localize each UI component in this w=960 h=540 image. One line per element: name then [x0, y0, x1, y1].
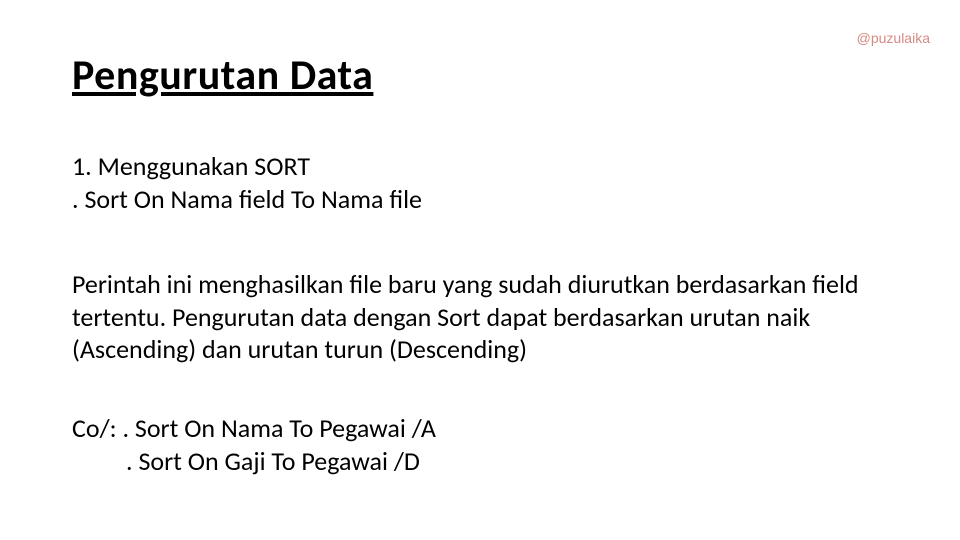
paragraph-description: Perintah ini menghasilkan file baru yang…: [72, 268, 900, 366]
page-title: Pengurutan Data: [72, 50, 373, 101]
slide-container: @puzulaika Pengurutan Data 1. Menggunaka…: [0, 0, 960, 540]
section1-line1: 1. Menggunakan SORT: [72, 150, 888, 183]
watermark-text: @puzulaika: [857, 30, 930, 46]
example-line2: . Sort On Gaji To Pegawai /D: [72, 445, 888, 478]
section1-line2: . Sort On Nama field To Nama file: [72, 183, 888, 216]
example-line1: Co/: . Sort On Nama To Pegawai /A: [72, 412, 888, 445]
section-sort-usage: 1. Menggunakan SORT . Sort On Nama field…: [72, 150, 888, 215]
example-block: Co/: . Sort On Nama To Pegawai /A . Sort…: [72, 412, 888, 477]
